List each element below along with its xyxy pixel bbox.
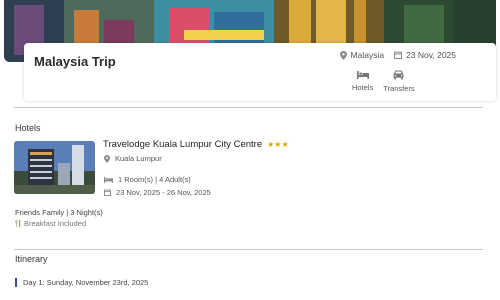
- itinerary-day[interactable]: Day 1: Sunday, November 23rd, 2025: [15, 278, 148, 287]
- hotel-dates: 23 Nov, 2025 - 26 Nov, 2025: [104, 188, 211, 197]
- itinerary-day-label: Day 1: Sunday, November 23rd, 2025: [23, 278, 149, 287]
- hotel-rooms: 1 Room(s) | 4 Adult(s): [104, 175, 191, 184]
- service-transfers-label: Transfers: [383, 84, 415, 93]
- location-pin-icon: [339, 50, 347, 60]
- car-icon: [393, 70, 404, 80]
- calendar-icon: [394, 51, 403, 59]
- hotels-section-title: Hotels: [15, 123, 41, 133]
- hotel-location: Kuala Lumpur: [104, 154, 162, 163]
- location-pin-icon: [104, 154, 110, 163]
- trip-date-label: 23 Nov, 2025: [406, 50, 456, 60]
- hotel-name[interactable]: Travelodge Kuala Lumpur City Centre ★★★: [103, 139, 289, 150]
- day-marker: [15, 278, 17, 287]
- itinerary-section-title: Itinerary: [15, 254, 48, 264]
- trip-services: Hotels Transfers: [352, 70, 425, 93]
- bed-icon: [104, 176, 113, 183]
- hotel-location-label: Kuala Lumpur: [115, 154, 162, 163]
- section-divider: [14, 107, 483, 108]
- hotel-meal: Breakfast Included: [15, 219, 86, 228]
- trip-destination: Malaysia: [339, 50, 385, 60]
- service-hotels-label: Hotels: [352, 83, 374, 92]
- hotel-name-text: Travelodge Kuala Lumpur City Centre: [103, 139, 263, 150]
- trip-destination-label: Malaysia: [350, 50, 385, 60]
- trip-summary-card: Malaysia Trip Malaysia 23 Nov, 2025 Hote…: [24, 43, 496, 101]
- trip-title: Malaysia Trip: [34, 54, 116, 69]
- hotel-room-type: Friends Family | 3 Night(s): [15, 208, 103, 217]
- section-divider: [14, 249, 483, 250]
- service-transfers[interactable]: Transfers: [383, 70, 415, 93]
- bed-icon: [356, 71, 369, 79]
- trip-meta: Malaysia 23 Nov, 2025: [330, 50, 456, 60]
- fork-knife-icon: [15, 220, 21, 227]
- trip-date: 23 Nov, 2025: [394, 50, 456, 60]
- star-rating-icon: ★★★: [267, 140, 289, 149]
- hotel-dates-label: 23 Nov, 2025 - 26 Nov, 2025: [116, 188, 211, 197]
- calendar-icon: [104, 189, 111, 196]
- hotel-photo: [14, 141, 95, 194]
- service-hotels[interactable]: Hotels: [352, 70, 373, 93]
- hotel-rooms-label: 1 Room(s) | 4 Adult(s): [118, 175, 191, 184]
- hotel-meal-label: Breakfast Included: [24, 219, 87, 228]
